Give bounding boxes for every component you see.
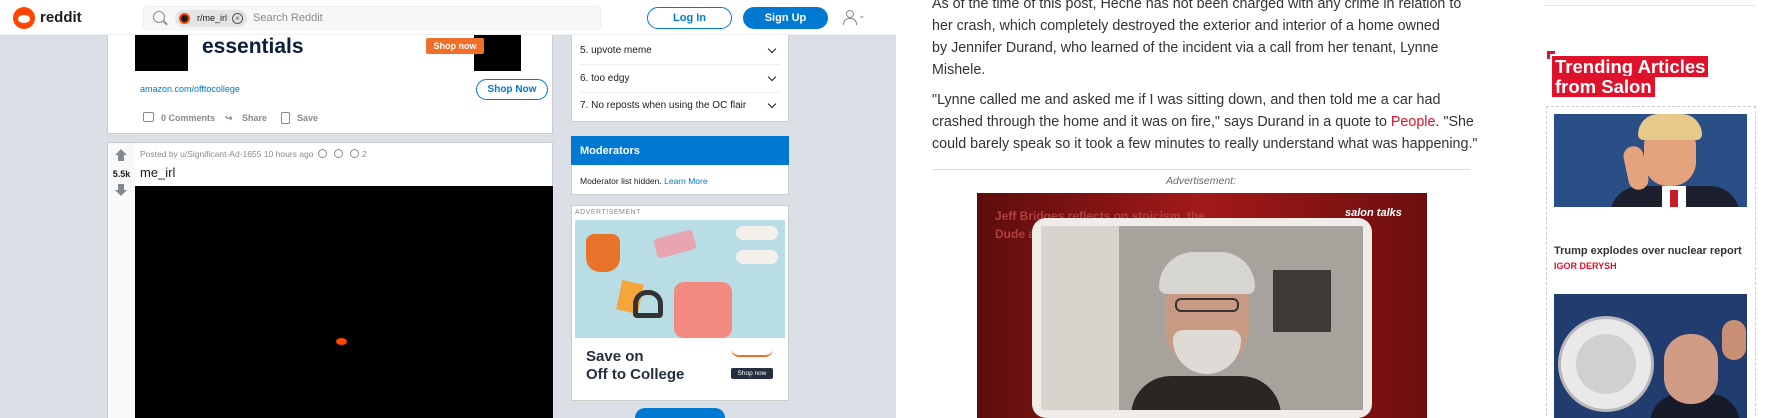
shirt-image bbox=[1131, 376, 1281, 410]
award-icon[interactable] bbox=[334, 149, 343, 158]
close-icon[interactable]: × bbox=[232, 13, 243, 24]
article-thumbnail[interactable] bbox=[1554, 294, 1747, 418]
window-image bbox=[1273, 270, 1331, 332]
trending-heading-line: Trending Articles bbox=[1552, 56, 1709, 77]
article-line: her crash, which completely destroyed th… bbox=[932, 18, 1440, 34]
advertisement-label: Advertisement: bbox=[1165, 175, 1237, 187]
chevron-down-icon[interactable]: ⌄ bbox=[858, 10, 866, 21]
slipper-image bbox=[736, 226, 778, 240]
rule-item[interactable]: 6. too edgy bbox=[580, 73, 629, 84]
moderators-note: Moderator list hidden. bbox=[580, 176, 662, 186]
trending-heading: Trending Articles from Salon bbox=[1552, 56, 1742, 97]
article-thumbnail[interactable] bbox=[1554, 114, 1747, 207]
ad-product-image[interactable] bbox=[575, 220, 785, 338]
user-icon[interactable] bbox=[843, 10, 857, 25]
ad-headline-line: Off to College bbox=[586, 366, 685, 383]
door-image bbox=[1041, 226, 1119, 410]
article-line: could barely speak so it took a few minu… bbox=[932, 136, 1478, 152]
award-count: 2 bbox=[362, 149, 367, 159]
hair-image bbox=[1159, 252, 1255, 294]
headphones-image bbox=[633, 290, 663, 318]
article-line: Mishele. bbox=[932, 62, 986, 78]
post-meta: Posted by u/Significant-Ad-1655 10 hours… bbox=[140, 149, 314, 159]
video-player[interactable]: Jeff Bridges reflects on stoicism, the D… bbox=[977, 193, 1427, 418]
save-button[interactable]: Save bbox=[297, 113, 318, 123]
comment-icon[interactable] bbox=[143, 112, 154, 122]
share-icon[interactable]: ↪ bbox=[225, 113, 233, 124]
moderators-heading: Moderators bbox=[571, 136, 789, 165]
beard-image bbox=[1173, 330, 1241, 374]
ad-label: ADVERTISEMENT bbox=[575, 209, 641, 216]
reddit-wordmark[interactable]: reddit bbox=[40, 9, 82, 26]
article-line: crashed through the home and it was on f… bbox=[932, 111, 1478, 133]
award-icon[interactable] bbox=[318, 149, 327, 158]
sidebar-divider bbox=[1545, 0, 1755, 6]
search-placeholder: Search Reddit bbox=[253, 12, 323, 24]
article-paragraph: As of the time of this post, Heche has n… bbox=[932, 0, 1461, 81]
bookmark-icon[interactable] bbox=[281, 112, 290, 124]
article-line: As of the time of this post, Heche has n… bbox=[932, 0, 1462, 12]
ad-banner-button[interactable]: Shop now bbox=[426, 38, 484, 54]
backpack-image bbox=[674, 282, 732, 338]
downvote-icon[interactable] bbox=[114, 184, 128, 196]
ad-domain-link[interactable]: amazon.com/offtocollege bbox=[140, 84, 240, 94]
ad-headline-line: Save on bbox=[586, 348, 644, 365]
article-text: crashed through the home and it was on f… bbox=[932, 114, 1391, 130]
article-line: by Jennifer Durand, who learned of the i… bbox=[932, 40, 1439, 56]
video-frame bbox=[1041, 226, 1363, 410]
rule-item[interactable]: 5. upvote meme bbox=[580, 45, 652, 56]
slipper-image bbox=[736, 250, 778, 264]
search-icon bbox=[153, 11, 165, 23]
trending-heading-line: from Salon bbox=[1552, 76, 1655, 97]
post-title[interactable]: me_irl bbox=[140, 165, 175, 180]
reddit-logo-icon[interactable] bbox=[13, 7, 35, 29]
handbag-image bbox=[586, 234, 620, 272]
hair-image bbox=[1638, 114, 1702, 140]
ad-headline: essentials bbox=[202, 35, 304, 58]
hair-clips-image bbox=[653, 229, 697, 259]
article-text: . "She bbox=[1435, 114, 1474, 130]
article-title[interactable]: Trump explodes over nuclear report bbox=[1554, 245, 1742, 257]
divider bbox=[579, 92, 781, 93]
divider bbox=[932, 169, 1470, 170]
back-to-top-button[interactable] bbox=[635, 408, 725, 418]
subreddit-icon bbox=[179, 13, 190, 24]
people-link[interactable]: People bbox=[1391, 114, 1436, 130]
ad-headline: Save on Off to College bbox=[586, 348, 684, 384]
upvote-icon[interactable] bbox=[114, 149, 128, 161]
award-icon[interactable] bbox=[350, 149, 359, 158]
ad-shop-button[interactable]: Shop now bbox=[731, 368, 773, 379]
share-button[interactable]: Share bbox=[242, 113, 267, 123]
moderators-text: Moderator list hidden. Learn More bbox=[580, 176, 708, 186]
article-author[interactable]: IGOR DERYSH bbox=[1554, 261, 1617, 271]
glasses-image bbox=[1175, 298, 1239, 312]
amazon-logo-icon bbox=[731, 349, 773, 357]
learn-more-link[interactable]: Learn More bbox=[664, 176, 707, 186]
comments-button[interactable]: 0 Comments bbox=[161, 113, 215, 123]
rule-item[interactable]: 7. No reposts when using the OC flair bbox=[580, 100, 746, 111]
media-dot bbox=[336, 338, 347, 345]
divider bbox=[579, 64, 781, 65]
person-image bbox=[1722, 320, 1746, 360]
article-paragraph: "Lynne called me and asked me if I was s… bbox=[932, 89, 1478, 155]
post-media[interactable] bbox=[135, 186, 553, 418]
face-image bbox=[1664, 334, 1718, 404]
vote-score: 5.5k bbox=[112, 169, 131, 179]
doj-seal-center bbox=[1576, 334, 1636, 394]
signup-button[interactable]: Sign Up bbox=[743, 7, 828, 29]
tie-image bbox=[1670, 190, 1678, 207]
article-line: "Lynne called me and asked me if I was s… bbox=[932, 92, 1441, 108]
shop-now-button[interactable]: Shop Now bbox=[476, 79, 548, 100]
login-button[interactable]: Log In bbox=[647, 7, 732, 29]
